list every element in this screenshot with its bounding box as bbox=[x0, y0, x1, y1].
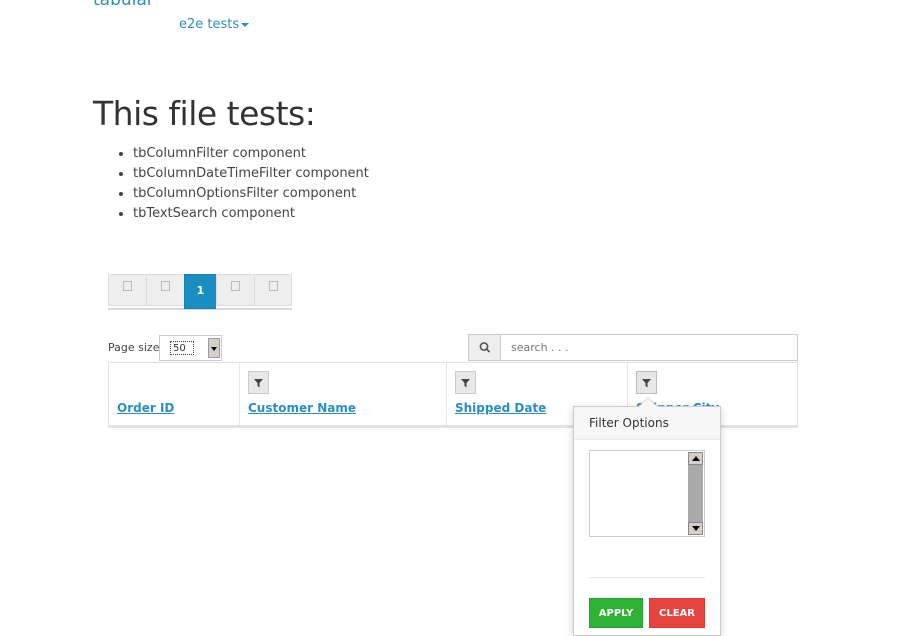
search-input[interactable] bbox=[500, 334, 798, 361]
sort-order-id-link[interactable]: Order ID bbox=[117, 401, 174, 415]
first-page-button[interactable] bbox=[108, 274, 146, 306]
sort-shipped-date-link[interactable]: Shipped Date bbox=[455, 401, 546, 415]
clear-button[interactable]: CLEAR bbox=[649, 598, 705, 628]
list-item: tbColumnDateTimeFilter component bbox=[133, 166, 369, 186]
next-page-icon bbox=[231, 281, 240, 291]
search-button[interactable] bbox=[468, 334, 501, 361]
scroll-down-icon[interactable] bbox=[688, 522, 703, 535]
prev-page-icon bbox=[161, 281, 170, 291]
page-size-label: Page size: bbox=[108, 341, 164, 354]
shipped-date-filter-button[interactable] bbox=[455, 371, 476, 394]
first-page-icon bbox=[123, 281, 132, 291]
tests-list: tbColumnFilter component tbColumnDateTim… bbox=[115, 146, 369, 226]
brand-link[interactable]: tabular bbox=[93, 0, 154, 10]
pagination: 1 bbox=[108, 274, 292, 309]
caret-down-icon bbox=[241, 22, 250, 27]
last-page-icon bbox=[268, 281, 278, 291]
filter-icon bbox=[642, 379, 651, 388]
filter-options-popover: Filter Options APPLY CLEAR bbox=[573, 397, 721, 636]
column-header-order-id: Order ID bbox=[109, 363, 240, 425]
shipper-city-filter-button[interactable] bbox=[636, 371, 657, 394]
page-button-current[interactable]: 1 bbox=[184, 274, 216, 309]
e2e-tests-dropdown[interactable]: e2e tests bbox=[179, 17, 250, 32]
sort-customer-name-link[interactable]: Customer Name bbox=[248, 401, 356, 415]
customer-name-filter-button[interactable] bbox=[248, 371, 269, 394]
popover-title: Filter Options bbox=[574, 407, 720, 440]
list-item: tbColumnOptionsFilter component bbox=[133, 186, 369, 206]
scroll-up-icon[interactable] bbox=[688, 452, 703, 465]
divider bbox=[589, 577, 705, 578]
apply-button[interactable]: APPLY bbox=[589, 598, 643, 628]
page-title: This file tests: bbox=[93, 94, 316, 133]
prev-page-button[interactable] bbox=[146, 274, 184, 306]
chevron-down-icon[interactable] bbox=[208, 338, 220, 358]
dropdown-label: e2e tests bbox=[179, 17, 240, 32]
column-header-customer-name: Customer Name bbox=[240, 363, 447, 425]
last-page-button[interactable] bbox=[254, 274, 292, 306]
filter-icon bbox=[254, 379, 263, 388]
listbox-scrollbar[interactable] bbox=[688, 452, 703, 535]
filter-icon bbox=[461, 379, 470, 388]
filter-options-listbox[interactable] bbox=[589, 450, 705, 537]
popover-arrow-inner bbox=[639, 398, 657, 407]
search-icon bbox=[479, 342, 490, 353]
page-size-value: 50 bbox=[170, 341, 194, 355]
list-item: tbTextSearch component bbox=[133, 206, 369, 226]
list-item: tbColumnFilter component bbox=[133, 146, 369, 166]
page-size-select[interactable]: 50 bbox=[159, 335, 222, 361]
next-page-button[interactable] bbox=[216, 274, 254, 306]
